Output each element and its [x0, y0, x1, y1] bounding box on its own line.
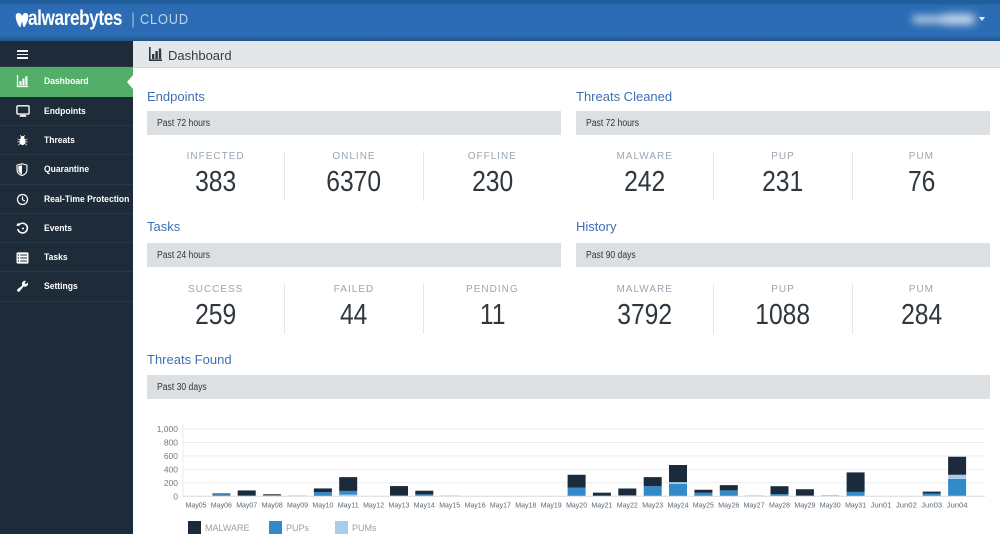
svg-text:May06: May06 [211, 500, 232, 509]
svg-text:May07: May07 [236, 500, 257, 509]
svg-text:0: 0 [173, 491, 178, 501]
svg-text:200: 200 [164, 478, 178, 488]
svg-text:May05: May05 [186, 500, 207, 509]
svg-text:May29: May29 [794, 500, 815, 509]
svg-text:May24: May24 [668, 500, 689, 509]
svg-text:May12: May12 [363, 500, 384, 509]
svg-text:May15: May15 [439, 500, 460, 509]
svg-text:May28: May28 [769, 500, 790, 509]
svg-text:May31: May31 [845, 500, 866, 509]
svg-text:May13: May13 [389, 500, 410, 509]
svg-text:Jun02: Jun02 [896, 500, 917, 509]
svg-text:May18: May18 [515, 500, 536, 509]
svg-text:MALWARE: MALWARE [205, 523, 250, 533]
svg-text:PUPs: PUPs [286, 523, 310, 533]
svg-text:May20: May20 [566, 500, 587, 509]
svg-text:May16: May16 [465, 500, 486, 509]
svg-text:May19: May19 [541, 500, 562, 509]
svg-text:May09: May09 [287, 500, 308, 509]
svg-text:May30: May30 [820, 500, 841, 509]
svg-text:May21: May21 [591, 500, 612, 509]
svg-text:May11: May11 [338, 500, 359, 509]
svg-text:May17: May17 [490, 500, 511, 509]
svg-text:800: 800 [164, 438, 178, 448]
svg-text:May25: May25 [693, 500, 714, 509]
svg-text:May27: May27 [744, 500, 765, 509]
svg-text:May26: May26 [718, 500, 739, 509]
svg-text:May14: May14 [414, 500, 435, 509]
svg-text:Jun04: Jun04 [947, 500, 968, 509]
svg-text:1,000: 1,000 [157, 424, 179, 434]
svg-text:Jun03: Jun03 [921, 500, 942, 509]
svg-text:May23: May23 [642, 500, 663, 509]
svg-text:May10: May10 [312, 500, 333, 509]
svg-text:600: 600 [164, 451, 178, 461]
svg-text:PUMs: PUMs [352, 523, 377, 533]
svg-text:May22: May22 [617, 500, 638, 509]
svg-text:May08: May08 [262, 500, 283, 509]
svg-text:400: 400 [164, 464, 178, 474]
svg-text:Jun01: Jun01 [871, 500, 892, 509]
